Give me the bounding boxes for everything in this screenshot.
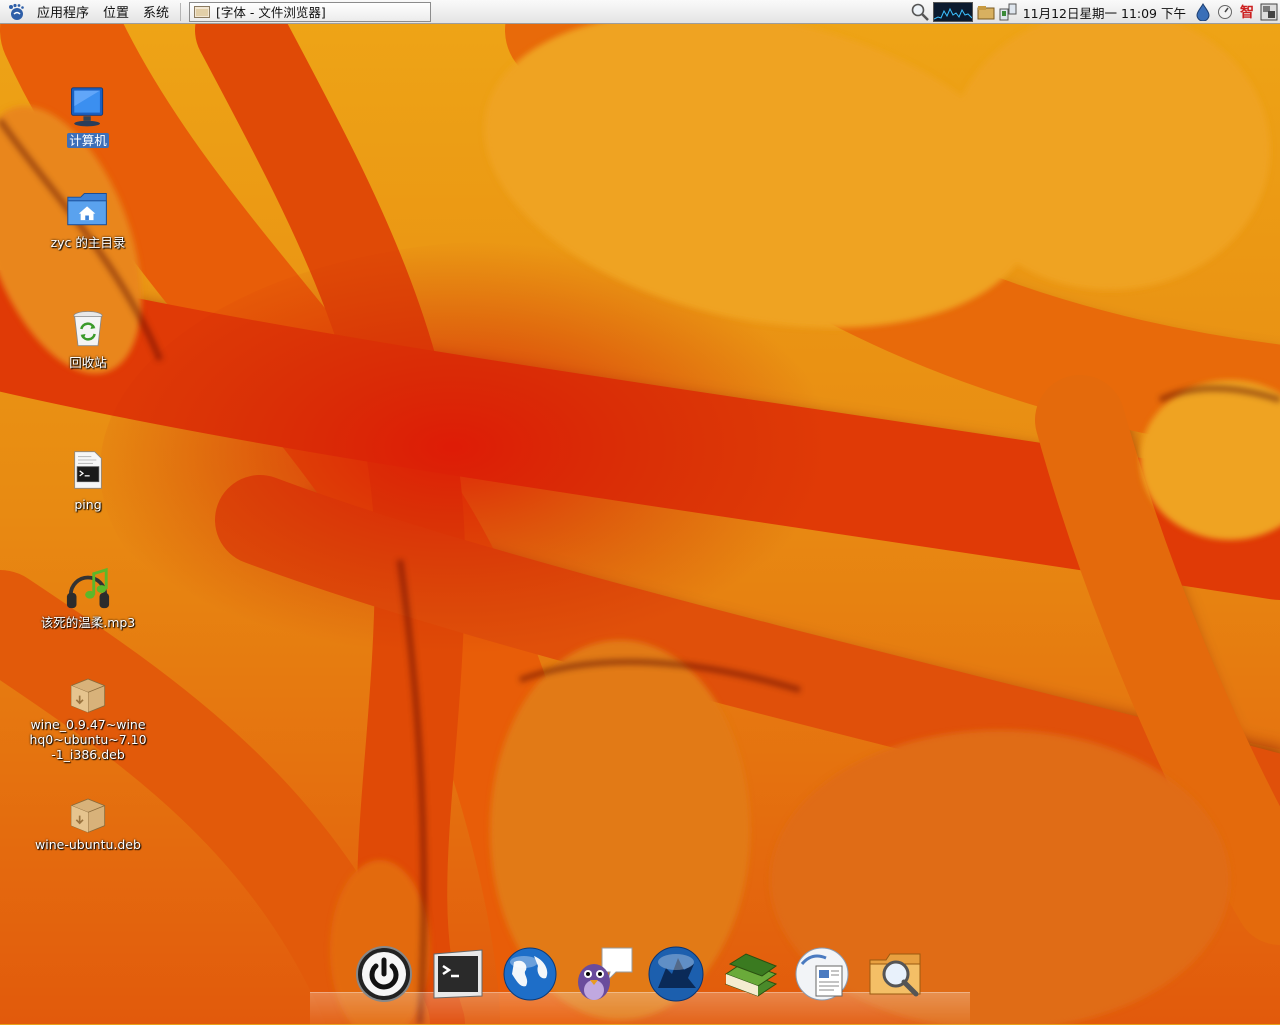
desktop-icon-label: wine-ubuntu.deb — [35, 837, 141, 852]
taskbar-window-button[interactable]: [字体 - 文件浏览器] — [189, 1, 432, 22]
desktop-icon-label: 回收站 — [69, 355, 107, 370]
dock-search-folder[interactable] — [866, 944, 926, 1004]
desktop-icon-label: 计算机 — [67, 133, 109, 148]
dock-web-browser[interactable] — [500, 944, 560, 1004]
desktop-icon-trash[interactable]: 回收站 — [18, 306, 158, 370]
web-browser-icon — [503, 947, 557, 1001]
panel-clock[interactable]: 11月12日星期一 11:09 下午 — [1023, 3, 1186, 22]
package-icon — [70, 798, 106, 833]
desktop-icon-home[interactable]: zyc 的主目录 — [18, 188, 158, 250]
network-icon[interactable] — [998, 2, 1018, 22]
desktop-icon-wine-deb[interactable]: wine_0.9.47~winehq0~ubuntu~7.10-1_i386.d… — [18, 674, 158, 762]
books-icon — [724, 953, 778, 997]
desktop-icon-computer[interactable]: 计算机 — [18, 86, 158, 148]
dock-power-button[interactable] — [354, 944, 414, 1004]
volume-knob-icon[interactable] — [1215, 2, 1235, 22]
trash-icon — [73, 311, 103, 347]
search-icon[interactable] — [910, 2, 930, 22]
dock-books[interactable] — [720, 944, 780, 1004]
workspace-switcher-icon[interactable] — [1259, 2, 1279, 22]
top-panel: 应用程序 位置 系统 [字体 - 文件浏览器] 11月12日星期一 11:09 … — [0, 0, 1280, 24]
update-notifier-icon[interactable] — [976, 2, 996, 22]
desktop-icon-label: ping — [74, 497, 102, 512]
search-folder-icon — [869, 953, 921, 997]
power-icon — [356, 946, 412, 1002]
desktop-icon-wine-ubuntu[interactable]: wine-ubuntu.deb — [18, 794, 158, 852]
input-method-indicator[interactable]: 智 — [1237, 2, 1257, 22]
desktop-icon-label: zyc 的主目录 — [50, 235, 126, 250]
system-monitor-icon[interactable] — [932, 2, 973, 22]
file-browser-icon — [194, 5, 211, 18]
office-document-icon — [795, 947, 849, 1001]
dock-wolf-app[interactable] — [646, 944, 706, 1004]
terminal-icon — [433, 949, 483, 999]
dock-terminal[interactable] — [428, 944, 488, 1004]
desktop-wallpaper — [0, 0, 1280, 1024]
package-icon — [70, 678, 106, 713]
panel-separator — [180, 2, 182, 21]
dock-office-document[interactable] — [792, 944, 852, 1004]
droplet-icon[interactable] — [1193, 2, 1213, 22]
taskbar-window-title: [字体 - 文件浏览器] — [216, 5, 326, 20]
menu-applications[interactable]: 应用程序 — [30, 2, 96, 21]
desktop-icon-label: wine_0.9.47~winehq0~ubuntu~7.10-1_i386.d… — [29, 717, 147, 762]
computer-icon — [71, 87, 104, 127]
pidgin-icon — [578, 947, 633, 1000]
script-file-icon — [74, 451, 102, 489]
desktop-icon-ping[interactable]: ping — [18, 446, 158, 512]
audio-file-icon — [66, 567, 110, 609]
desktop-icon-mp3[interactable]: 该死的温柔.mp3 — [18, 566, 158, 630]
menu-places[interactable]: 位置 — [96, 2, 136, 21]
home-folder-icon — [67, 193, 107, 226]
wolf-app-icon — [648, 946, 704, 1002]
gnome-foot-icon[interactable] — [6, 2, 26, 22]
dock-pidgin[interactable] — [572, 944, 633, 1004]
menu-system[interactable]: 系统 — [136, 2, 176, 21]
system-tray: 11月12日星期一 11:09 下午 智 — [909, 0, 1280, 24]
desktop-icon-label: 该死的温柔.mp3 — [40, 615, 136, 630]
